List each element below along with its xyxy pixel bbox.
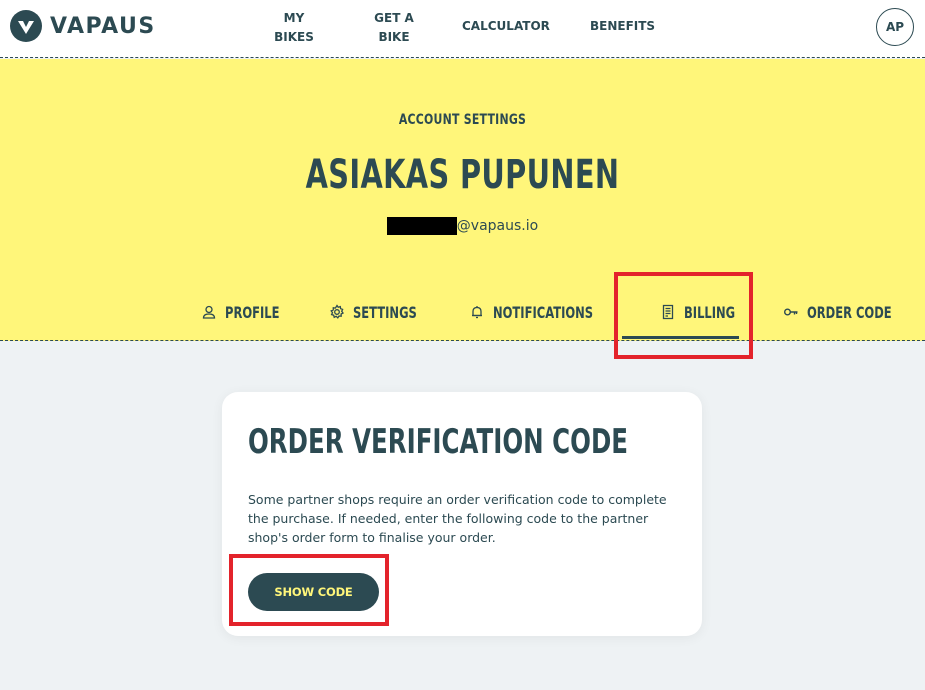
page-title: ASIAKAS PUPUNEN: [305, 152, 620, 198]
user-avatar[interactable]: AP: [876, 8, 914, 46]
tab-profile[interactable]: PROFILE: [201, 301, 301, 323]
email-domain: @vapaus.io: [456, 218, 539, 234]
account-header: ACCOUNT SETTINGS ASIAKAS PUPUNEN @vapaus…: [0, 59, 925, 341]
tab-label: ORDER CODE: [807, 302, 892, 322]
highlight-box-order-code-tab: [614, 272, 753, 359]
card-description: Some partner shops require an order veri…: [248, 492, 667, 545]
logo-mark-icon: [10, 10, 42, 42]
user-icon: [202, 305, 216, 319]
top-navigation: VAPAUS MY BIKES GET A BIKE CALCULATOR BE…: [0, 0, 925, 58]
tab-notifications[interactable]: NOTIFICATIONS: [469, 301, 632, 323]
page-subtitle: ACCOUNT SETTINGS: [398, 112, 527, 128]
vapaus-logo[interactable]: VAPAUS: [10, 10, 156, 42]
nav-my-bikes[interactable]: MY BIKES: [270, 9, 318, 47]
key-icon: [784, 308, 798, 316]
tab-order-code[interactable]: ORDER CODE: [783, 301, 925, 323]
tab-settings[interactable]: SETTINGS: [329, 301, 442, 323]
highlight-box-show-code-button: [229, 554, 389, 626]
nav-calculator[interactable]: CALCULATOR: [462, 17, 550, 36]
nav-benefits[interactable]: BENEFITS: [590, 17, 655, 36]
tab-label: NOTIFICATIONS: [493, 302, 594, 322]
bell-icon: [472, 306, 483, 319]
redacted-email-user: [386, 217, 457, 235]
tab-label: PROFILE: [225, 302, 280, 322]
gear-icon: [329, 304, 344, 319]
settings-tabs: PROFILE SETTINGS NOTIFICATIONS BILLING O…: [201, 301, 925, 323]
user-email: @vapaus.io: [0, 217, 925, 235]
brand-name: VAPAUS: [50, 13, 156, 39]
nav-get-a-bike[interactable]: GET A BIKE: [368, 9, 420, 47]
card-title: ORDER VERIFICATION CODE: [248, 422, 628, 462]
tab-label: SETTINGS: [352, 302, 417, 322]
